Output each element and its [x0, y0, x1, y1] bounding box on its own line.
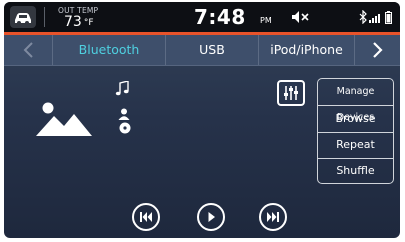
out-temp-number: 73: [64, 14, 82, 30]
car-home-icon: [15, 13, 31, 25]
home-button[interactable]: [10, 6, 36, 28]
skip-next-icon: [267, 212, 279, 222]
status-divider: [44, 7, 45, 27]
artist-icon: [118, 108, 130, 120]
music-note-icon: [115, 81, 129, 96]
out-temp-unit: °F: [83, 18, 94, 28]
bluetooth-icon: [359, 10, 367, 24]
tab-scroll-right[interactable]: [354, 35, 400, 65]
mute-icon: [292, 11, 309, 23]
equalizer-icon: [284, 86, 298, 100]
play-icon: [208, 212, 215, 222]
tab-scroll-left[interactable]: [4, 35, 52, 65]
tab-usb[interactable]: USB: [166, 35, 258, 65]
chevron-left-icon: [23, 42, 33, 58]
shuffle-button[interactable]: Shuffle: [318, 158, 393, 183]
chevron-right-icon: [373, 42, 383, 58]
skip-previous-icon: [140, 212, 152, 222]
tab-ipod-iphone[interactable]: iPod/iPhone: [259, 35, 354, 65]
play-button[interactable]: [197, 203, 225, 231]
audio-menu-panel: Manage Devices Browse Repeat Shuffle: [317, 78, 394, 184]
out-temp-value: 73 °F: [64, 14, 94, 30]
tab-bluetooth[interactable]: Bluetooth: [53, 35, 165, 65]
album-disc-icon: [119, 122, 131, 134]
clock-ampm: PM: [260, 16, 272, 25]
status-bar: OUT TEMP 73 °F 7:48 PM: [4, 2, 400, 32]
album-art-placeholder-icon: [36, 102, 92, 136]
repeat-button[interactable]: Repeat: [318, 132, 393, 158]
signal-icon: [369, 14, 380, 23]
previous-track-button[interactable]: [132, 203, 160, 231]
source-tab-bar: Bluetooth USB iPod/iPhone: [4, 35, 400, 66]
sound-settings-button[interactable]: [277, 80, 305, 106]
battery-icon: [385, 11, 392, 24]
audio-screen: OUT TEMP 73 °F 7:48 PM Bluetooth USB iPo…: [4, 2, 400, 238]
clock-time: 7:48: [194, 5, 246, 29]
next-track-button[interactable]: [259, 203, 287, 231]
manage-devices-button[interactable]: Manage Devices: [318, 79, 393, 123]
browse-button[interactable]: Browse: [318, 106, 393, 132]
